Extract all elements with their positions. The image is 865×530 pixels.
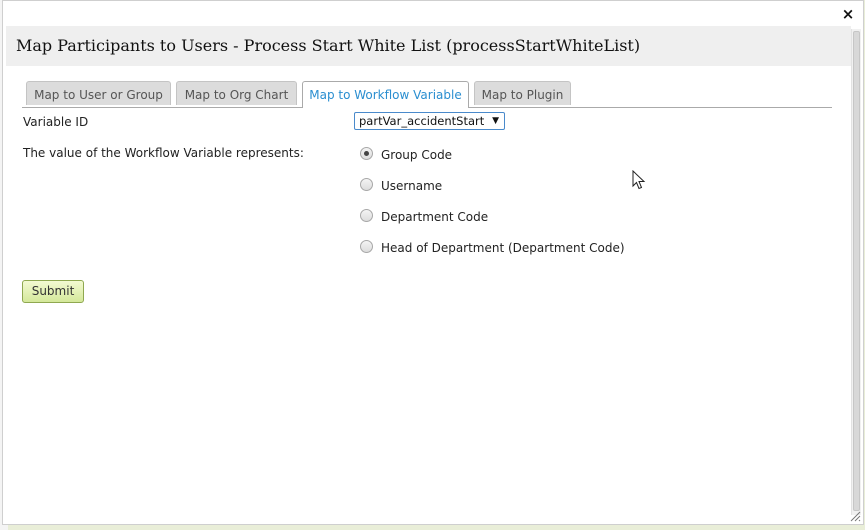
tab-map-to-plugin[interactable]: Map to Plugin <box>474 81 571 105</box>
option-label: Department Code <box>381 210 489 224</box>
mouse-pointer-icon <box>632 170 646 190</box>
resize-grip-icon[interactable] <box>849 510 861 522</box>
radio-selected-dot <box>364 151 369 156</box>
variable-id-select[interactable]: partVar_accidentStart ▼ <box>354 112 505 130</box>
radio-department-code[interactable] <box>360 209 373 222</box>
tab-map-to-workflow-variable[interactable]: Map to Workflow Variable <box>302 81 469 108</box>
radio-username[interactable] <box>360 178 373 191</box>
dropdown-arrow-icon: ▼ <box>492 116 499 126</box>
radio-group-code[interactable] <box>360 147 373 160</box>
close-icon[interactable]: × <box>841 7 855 22</box>
submit-button[interactable]: Submit <box>22 280 84 303</box>
variable-id-value: partVar_accidentStart <box>359 114 485 128</box>
dialog-titlebar: Map Participants to Users - Process Star… <box>6 26 851 66</box>
tab-map-to-user-or-group[interactable]: Map to User or Group <box>26 81 171 105</box>
tab-map-to-org-chart[interactable]: Map to Org Chart <box>176 81 297 105</box>
represents-label: The value of the Workflow Variable repre… <box>23 146 304 160</box>
dialog-title: Map Participants to Users - Process Star… <box>16 36 641 55</box>
scrollbar-thumb[interactable] <box>853 31 860 511</box>
radio-head-of-department[interactable] <box>360 240 373 253</box>
option-label: Group Code <box>381 148 453 162</box>
variable-id-label: Variable ID <box>23 115 89 129</box>
option-label: Username <box>381 179 443 193</box>
map-participants-dialog: × Map Participants to Users - Process St… <box>2 0 864 525</box>
option-label: Head of Department (Department Code) <box>381 241 625 255</box>
vertical-scrollbar[interactable] <box>851 29 861 515</box>
mapping-tabs: Map to User or Group Map to Org Chart Ma… <box>22 81 832 108</box>
